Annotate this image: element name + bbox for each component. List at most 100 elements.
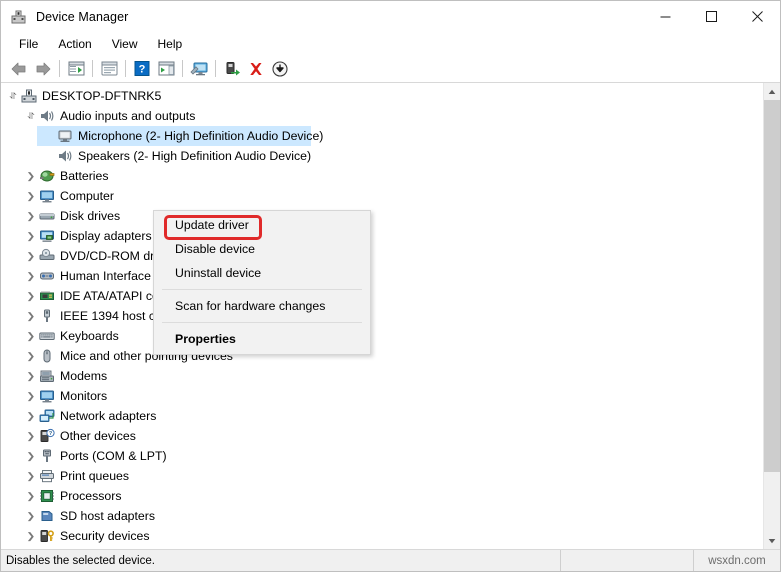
chevron-right-icon[interactable]: ❯: [23, 288, 39, 304]
menu-action[interactable]: Action: [48, 35, 101, 53]
chevron-right-icon[interactable]: ❯: [23, 368, 39, 384]
disable-device-button[interactable]: [268, 57, 292, 80]
tree-row-batteries[interactable]: ❯ Batteries: [1, 166, 763, 186]
chevron-right-icon[interactable]: ❯: [23, 268, 39, 284]
chevron-down-icon[interactable]: ⥯: [23, 108, 39, 124]
display-adapter-icon: [39, 228, 55, 244]
tree-row-ports-com-lpt[interactable]: ❯ Ports (COM & LPT): [1, 446, 763, 466]
tree-label: Disk drives: [60, 209, 121, 223]
tree-row-dvd-cd-rom-drives[interactable]: ❯ DVD/CD-ROM drives: [1, 246, 763, 266]
context-menu[interactable]: Update driver Disable device Uninstall d…: [153, 210, 371, 355]
context-menu-item-update-driver[interactable]: Update driver: [154, 213, 370, 237]
tree-label: Speakers (2- High Definition Audio Devic…: [78, 149, 312, 163]
chevron-right-icon[interactable]: ❯: [23, 328, 39, 344]
action-pane-button[interactable]: [154, 57, 178, 80]
tree-row-keyboards[interactable]: ❯ Keyboards: [1, 326, 763, 346]
tree-row-root[interactable]: ⥯ DESKTOP-DFTNRK5: [1, 86, 763, 106]
tree-row-ieee-1394-host-controllers[interactable]: ❯ IEEE 1394 host controllers: [1, 306, 763, 326]
update-driver-button[interactable]: [220, 57, 244, 80]
chevron-right-icon[interactable]: ❯: [23, 208, 39, 224]
chevron-right-icon[interactable]: ❯: [23, 528, 39, 544]
menu-view[interactable]: View: [102, 35, 148, 53]
printer-icon: [39, 468, 55, 484]
chevron-right-icon[interactable]: ❯: [23, 188, 39, 204]
tree-row-ide-ata-atapi-controllers[interactable]: ❯ IDE ATA/ATAPI controllers: [1, 286, 763, 306]
network-adapter-icon: [39, 408, 55, 424]
tree-row-audio-inputs-and-outputs[interactable]: ⥯ Audio inputs and outputs: [1, 106, 763, 126]
context-menu-item-disable-device[interactable]: Disable device: [154, 237, 370, 261]
help-button[interactable]: ?: [130, 57, 154, 80]
tree-row-network-adapters[interactable]: ❯ Network adapters: [1, 406, 763, 426]
forward-button[interactable]: [31, 57, 55, 80]
tree-row-computer[interactable]: ❯ Computer: [1, 186, 763, 206]
tree-row-display-adapters[interactable]: ❯ Display adapters: [1, 226, 763, 246]
minimize-button[interactable]: [642, 1, 688, 32]
chevron-right-icon[interactable]: ❯: [23, 488, 39, 504]
tree-row-mice-and-other-pointing-devices[interactable]: ❯ Mice and other pointing devices: [1, 346, 763, 366]
chevron-right-icon[interactable]: ❯: [23, 428, 39, 444]
chevron-right-icon[interactable]: ❯: [23, 408, 39, 424]
tree-row-monitors[interactable]: ❯ Monitors: [1, 386, 763, 406]
tree-label: Batteries: [60, 169, 109, 183]
content-area: ⥯ DESKTOP-DFTNRK5 ⥯ Audio inputs and out…: [1, 83, 780, 549]
menu-help[interactable]: Help: [148, 35, 193, 53]
tree-row-other-devices[interactable]: ❯ ? Other devices: [1, 426, 763, 446]
status-message: Disables the selected device.: [1, 550, 561, 571]
back-button[interactable]: [7, 57, 31, 80]
chevron-right-icon[interactable]: ❯: [23, 448, 39, 464]
tree-label: Audio inputs and outputs: [60, 109, 196, 123]
tree-leaf-spacer: [41, 128, 57, 144]
scan-hardware-changes-button[interactable]: [187, 57, 211, 80]
tree-label: Display adapters: [60, 229, 152, 243]
window-title: Device Manager: [36, 10, 129, 24]
chevron-right-icon[interactable]: ❯: [23, 348, 39, 364]
vertical-scrollbar[interactable]: [763, 83, 780, 549]
tree-row-microphone[interactable]: Microphone (2- High Definition Audio Dev…: [1, 126, 763, 146]
tree-row-security-devices[interactable]: ❯ Security devices: [1, 526, 763, 546]
console-tree-button[interactable]: [64, 57, 88, 80]
device-tree[interactable]: ⥯ DESKTOP-DFTNRK5 ⥯ Audio inputs and out…: [1, 83, 763, 549]
tree-row-print-queues[interactable]: ❯ Print queues: [1, 466, 763, 486]
tree-row-software-devices[interactable]: ❯ Software devices: [1, 546, 763, 549]
close-button[interactable]: [734, 1, 780, 32]
tree-label: Print queues: [60, 469, 130, 483]
uninstall-device-button[interactable]: [244, 57, 268, 80]
chevron-right-icon[interactable]: ❯: [23, 548, 39, 549]
tree-row-sd-host-adapters[interactable]: ❯ SD host adapters: [1, 506, 763, 526]
chevron-right-icon[interactable]: ❯: [23, 308, 39, 324]
toolbar-separator-3: [125, 60, 126, 77]
properties-button[interactable]: [97, 57, 121, 80]
svg-text:?: ?: [139, 64, 146, 76]
tree-row-disk-drives[interactable]: ❯ Disk drives: [1, 206, 763, 226]
chevron-right-icon[interactable]: ❯: [23, 468, 39, 484]
chevron-down-icon[interactable]: ⥯: [5, 88, 21, 104]
chevron-right-icon[interactable]: ❯: [23, 388, 39, 404]
chevron-right-icon[interactable]: ❯: [23, 168, 39, 184]
chevron-right-icon[interactable]: ❯: [23, 508, 39, 524]
dvd-drive-icon: [39, 248, 55, 264]
context-menu-item-scan-for-hardware-changes[interactable]: Scan for hardware changes: [154, 294, 370, 318]
context-menu-item-properties[interactable]: Properties: [154, 327, 370, 351]
tree-row-processors[interactable]: ❯ Processors: [1, 486, 763, 506]
tree-row-speakers[interactable]: Speakers (2- High Definition Audio Devic…: [1, 146, 763, 166]
scrollbar-thumb[interactable]: [764, 100, 780, 472]
monitor-icon: [39, 388, 55, 404]
status-bar: Disables the selected device. wsxdn.com: [1, 549, 780, 571]
menu-file[interactable]: File: [9, 35, 48, 53]
port-icon: [39, 448, 55, 464]
tree-label-root: DESKTOP-DFTNRK5: [42, 89, 162, 103]
tree-label: Security devices: [60, 529, 150, 543]
tree-row-modems[interactable]: ❯ Modems: [1, 366, 763, 386]
context-menu-item-uninstall-device[interactable]: Uninstall device: [154, 261, 370, 285]
maximize-button[interactable]: [688, 1, 734, 32]
chevron-right-icon[interactable]: ❯: [23, 228, 39, 244]
scroll-up-arrow-icon[interactable]: [764, 83, 780, 100]
chevron-right-icon[interactable]: ❯: [23, 248, 39, 264]
speaker-icon: [57, 148, 73, 164]
tree-row-human-interface-devices[interactable]: ❯ Human Interface Devices: [1, 266, 763, 286]
toolbar-separator-1: [59, 60, 60, 77]
ide-controller-icon: [39, 288, 55, 304]
security-device-icon: [39, 528, 55, 544]
scroll-down-arrow-icon[interactable]: [764, 532, 780, 549]
tree-label: Ports (COM & LPT): [60, 449, 167, 463]
